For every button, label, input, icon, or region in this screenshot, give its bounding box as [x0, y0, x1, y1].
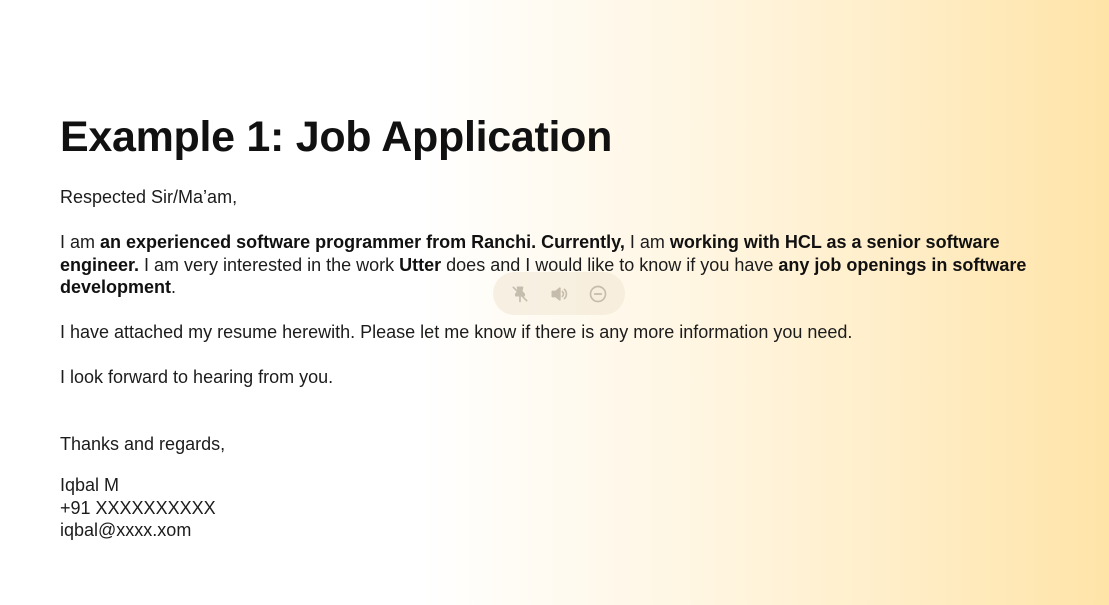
intro-text-2: I am [624, 232, 670, 252]
signature-phone: +91 XXXXXXXXXX [60, 497, 216, 518]
signature-email: iqbal@xxxx.xom [60, 520, 192, 540]
intro-text-3: I am very interested in the work [139, 254, 400, 275]
signoff: Thanks and regards, [60, 433, 226, 454]
signature-name: Iqbal M [60, 475, 120, 495]
minus-circle-icon[interactable] [584, 280, 612, 308]
intro-text-5: . [171, 277, 177, 297]
intro-text-4: does and I would like to know if you hav… [441, 254, 779, 275]
speaker-icon[interactable] [545, 280, 573, 308]
salutation: Respected Sir/Ma’am, [60, 187, 238, 207]
main-content: Example 1: Job Application Respected Sir… [60, 112, 1050, 542]
paragraph-closing: I look forward to hearing from you. [60, 367, 334, 387]
intro-bold-3: Utter [399, 254, 442, 275]
intro-bold-1: an experienced software programmer from … [100, 232, 625, 252]
paragraph-resume: I have attached my resume herewith. Plea… [60, 322, 853, 342]
letter-body: Respected Sir/Ma’am, I am an experienced… [60, 186, 1050, 542]
intro-text-1: I am [60, 232, 101, 252]
page-title: Example 1: Job Application [60, 113, 613, 161]
signature-block: Iqbal M +91 XXXXXXXXXX iqbal@xxxx.xom [60, 474, 1050, 542]
pin-off-icon[interactable] [506, 280, 534, 308]
floating-media-toolbar [493, 272, 625, 315]
